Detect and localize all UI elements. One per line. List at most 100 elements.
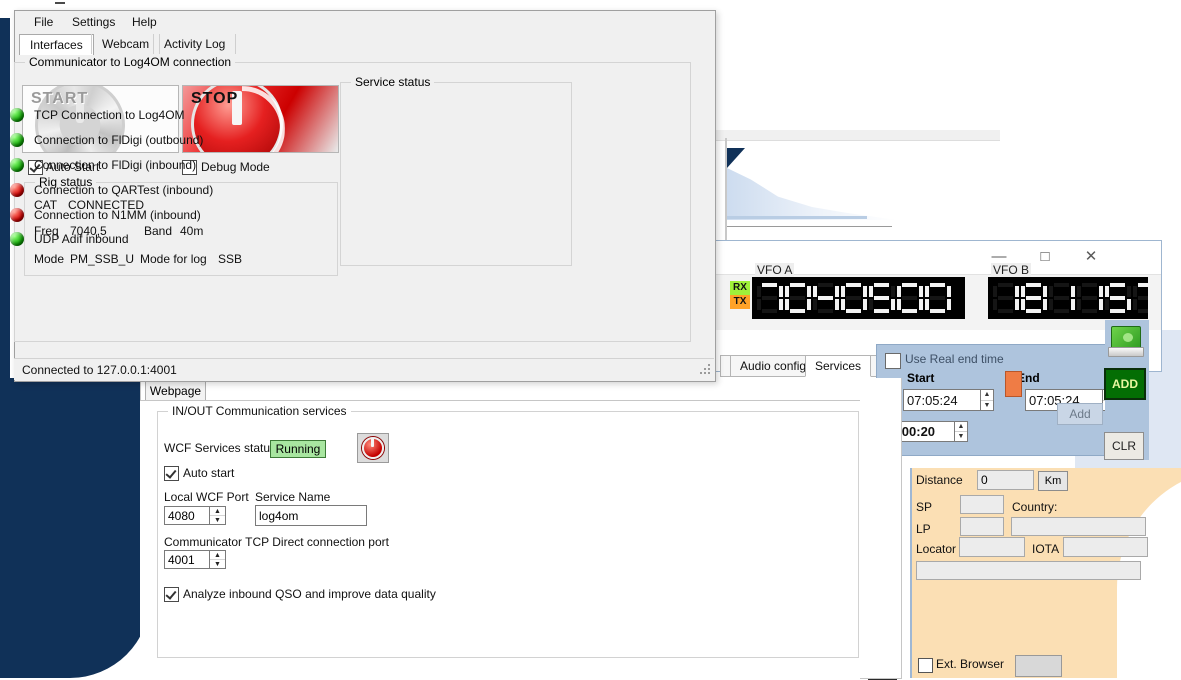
locator-input[interactable]	[959, 537, 1025, 557]
start-button-label: START	[31, 90, 89, 107]
lcd-digit	[785, 283, 811, 313]
settings-auto-start-checkbox[interactable]	[164, 466, 179, 481]
start-time-input[interactable]: 07:05:24	[903, 389, 981, 411]
band-value: 40m	[180, 224, 204, 238]
iota-label: IOTA	[1032, 542, 1060, 556]
iota-input[interactable]	[1063, 537, 1148, 557]
tab-interfaces[interactable]: Interfaces	[19, 34, 94, 56]
notes-input[interactable]	[916, 561, 1141, 580]
resize-grip[interactable]	[700, 364, 712, 376]
inout-communication-group-title: IN/OUT Communication services	[168, 404, 351, 418]
rx-label: RX	[730, 281, 750, 295]
lcd-digit	[1105, 283, 1131, 313]
lcd-digit	[1133, 283, 1148, 313]
settings-auto-start-label: Auto start	[183, 466, 235, 480]
service-status-group: Service status	[340, 75, 572, 266]
vfo-b-label: VFO B	[991, 263, 1032, 277]
tab-services[interactable]: Services	[805, 355, 872, 377]
service-row-3: Connection to QARTest (inbound)	[10, 183, 213, 197]
tcp-port-stepper[interactable]: ▲ ▼	[210, 550, 226, 569]
service-row-1: Connection to FlDigi (outbound)	[10, 133, 203, 147]
sp-label: SP	[916, 500, 933, 514]
status-led-red	[10, 208, 24, 222]
service-row-2: Connection to FlDigi (inbound)	[10, 158, 196, 172]
power-glyph	[362, 437, 384, 459]
distance-label: Distance	[916, 473, 963, 487]
spectrum-peak-marker	[727, 148, 745, 168]
service-name-label: Service Name	[255, 490, 331, 504]
status-bar: Connected to 127.0.0.1:4001	[14, 358, 714, 380]
service-row-5: UDP Adif inbound	[10, 232, 129, 246]
menu-bar: File Settings Help	[15, 11, 715, 33]
lcd-digit	[993, 283, 1019, 313]
local-wcf-port-input[interactable]: 4080	[164, 506, 210, 525]
lcd-digit	[841, 283, 867, 313]
status-led-green	[10, 133, 24, 147]
lcd-digit	[813, 283, 839, 313]
tab-activity-log[interactable]: Activity Log	[153, 34, 237, 54]
stop-button-label: STOP	[191, 90, 239, 107]
green-disk-icon[interactable]	[1108, 326, 1144, 357]
duration-stepper[interactable]: ▲ ▼	[955, 421, 968, 442]
mode-for-log-label: Mode for log	[140, 252, 207, 266]
add-button[interactable]: ADD	[1104, 368, 1146, 400]
tab-webcam[interactable]: Webcam	[91, 34, 161, 54]
menu-settings[interactable]: Settings	[65, 14, 122, 30]
status-led-green	[10, 232, 24, 246]
local-wcf-port-label: Local WCF Port	[164, 490, 249, 504]
tab-webpage[interactable]: Webpage	[145, 380, 206, 402]
start-label: Start	[907, 371, 935, 385]
tab-audio-config[interactable]: Audio config	[730, 355, 817, 377]
tx-status-indicator	[1005, 371, 1022, 397]
country-input[interactable]	[1011, 517, 1146, 536]
lcd-digit	[869, 283, 895, 313]
lcd-digit	[897, 283, 923, 313]
spectrum-window-edge	[700, 130, 1000, 141]
tx-label: TX	[730, 295, 750, 309]
service-label-2: Connection to FlDigi (inbound)	[34, 158, 197, 172]
km-unit-button[interactable]: Km	[1038, 471, 1068, 491]
vfo-a-label: VFO A	[755, 263, 795, 277]
local-wcf-port-stepper[interactable]: ▲ ▼	[210, 506, 226, 525]
service-name-input[interactable]: log4om	[255, 505, 367, 526]
service-label-4: Connection to N1MM (inbound)	[34, 208, 201, 222]
service-row-4: Connection to N1MM (inbound)	[10, 208, 201, 222]
power-button-icon[interactable]	[357, 433, 389, 463]
communicator-connection-title: Communicator to Log4OM connection	[25, 55, 236, 69]
ext-browser-button[interactable]	[1015, 655, 1062, 677]
desktop-left-strip	[0, 18, 10, 378]
analyze-qso-label: Analyze inbound QSO and improve data qua…	[183, 587, 436, 601]
mode-for-log-value: SSB	[218, 252, 243, 266]
service-label-1: Connection to FlDigi (outbound)	[34, 133, 204, 147]
lcd-digit	[1049, 283, 1075, 313]
spectrum-baseline-2	[727, 226, 892, 227]
ext-browser-label: Ext. Browser	[936, 657, 1005, 671]
band-label: Band	[144, 224, 173, 238]
menu-help[interactable]: Help	[125, 14, 164, 30]
desktop-top-dash	[55, 2, 65, 4]
tab-strip: Interfaces Webcam Activity Log	[19, 34, 709, 56]
add-small-button[interactable]: Add	[1057, 403, 1103, 425]
clear-button[interactable]: CLR	[1104, 432, 1144, 460]
lcd-digit	[925, 283, 951, 313]
menu-file[interactable]: File	[27, 14, 60, 30]
ext-browser-checkbox[interactable]	[918, 658, 933, 673]
start-time-stepper[interactable]: ▲ ▼	[981, 389, 994, 411]
analyze-qso-checkbox[interactable]	[164, 587, 179, 602]
close-button[interactable]: ✕	[1068, 241, 1114, 271]
mode-value: PM_SSB_U	[70, 252, 135, 266]
vfo-b-display[interactable]	[988, 277, 1148, 319]
sp-input[interactable]	[960, 495, 1004, 514]
wcf-status-label: WCF Services status	[164, 441, 277, 455]
locator-label: Locator	[916, 542, 957, 556]
lp-label: LP	[916, 522, 931, 536]
stop-button[interactable]: STOP	[182, 85, 339, 153]
vfo-a-display[interactable]	[752, 277, 965, 319]
disk-highlight	[1123, 333, 1133, 342]
tcp-port-input[interactable]: 4001	[164, 550, 210, 569]
use-real-end-time-checkbox[interactable]	[885, 353, 901, 369]
distance-input[interactable]: 0	[977, 470, 1034, 490]
service-label-0: TCP Connection to Log4OM	[34, 108, 185, 122]
spectrum-baseline	[727, 216, 867, 219]
lp-input[interactable]	[960, 517, 1004, 536]
